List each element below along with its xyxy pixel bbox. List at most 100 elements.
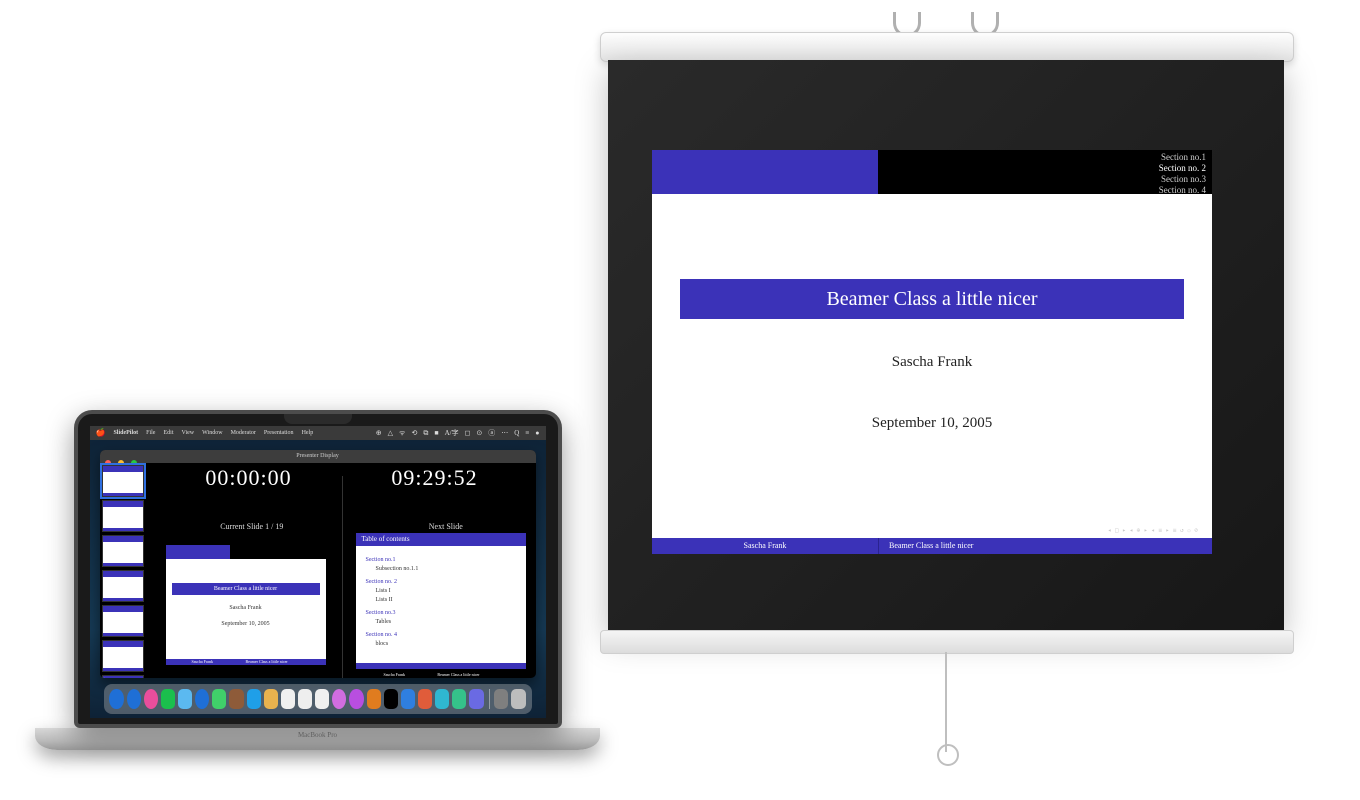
thumbnail[interactable] [102, 640, 144, 672]
toc-section: Section no. 2 [366, 578, 516, 587]
section-link: Section no. 4 [878, 185, 1206, 196]
elapsed-timer: 00:00:00 [205, 467, 291, 489]
dock-app-icon[interactable] [349, 689, 363, 709]
current-slide-preview[interactable]: Beamer Class a little nicer Sascha Frank… [166, 545, 326, 665]
menubar-status-icon[interactable]: A/字 [445, 429, 459, 437]
dock-app-icon[interactable] [281, 689, 295, 709]
thumbnail[interactable] [102, 535, 144, 567]
mini-slide-date: September 10, 2005 [166, 621, 326, 627]
toc-subsection: blocs [376, 640, 516, 649]
dock-app-icon[interactable] [298, 689, 312, 709]
dock-app-icon[interactable] [229, 689, 243, 709]
toc-subsection: Subsection no.1.1 [376, 565, 516, 574]
dock-app-icon[interactable] [435, 689, 449, 709]
dock-app-icon[interactable] [127, 689, 141, 709]
footer-title: Beamer Class a little nicer [878, 538, 1212, 554]
dock-app-icon[interactable] [315, 689, 329, 709]
macbook-base [35, 728, 600, 750]
thumbnail-strip[interactable] [100, 463, 148, 678]
slide-header: Section no.1 Section no. 2 Section no.3 … [652, 150, 1212, 194]
toc-section: Section no.3 [366, 609, 516, 618]
dock-app-icon[interactable] [452, 689, 466, 709]
macbook-display: 🍎 SlidePilot File Edit View Window Moder… [74, 410, 562, 728]
menu-view[interactable]: View [181, 426, 194, 440]
dock-app-icon[interactable] [264, 689, 278, 709]
dock-app-icon[interactable] [109, 689, 123, 709]
menubar-status-icon[interactable]: ■ [434, 429, 438, 437]
dock-app-icon[interactable] [367, 689, 381, 709]
menubar-status-icon[interactable]: ᯤ [399, 429, 405, 437]
macbook-screen: 🍎 SlidePilot File Edit View Window Moder… [90, 426, 546, 718]
macbook-notch [284, 414, 352, 424]
dock-app-icon[interactable] [195, 689, 209, 709]
dock-app-icon[interactable] [384, 689, 398, 709]
menu-edit[interactable]: Edit [163, 426, 173, 440]
dock-app-icon[interactable] [494, 689, 508, 709]
menubar-status-icon[interactable]: ⧉ [423, 429, 428, 437]
dock-app-icon[interactable] [144, 689, 158, 709]
projector-weight-bar [600, 630, 1294, 654]
menubar-status-icon[interactable]: ⊕ [376, 429, 382, 437]
mini-footer-author: Sascha Frank [192, 659, 213, 665]
dock-app-icon[interactable] [511, 689, 525, 709]
thumbnail[interactable] [102, 570, 144, 602]
app-menu[interactable]: SlidePilot [113, 426, 138, 440]
thumbnail[interactable] [102, 500, 144, 532]
dock-app-icon[interactable] [212, 689, 226, 709]
mini-footer-title: Beamer Class a little nicer [437, 672, 479, 677]
divider [342, 476, 343, 678]
slide-author: Sascha Frank [652, 355, 1212, 370]
thumbnail[interactable] [102, 465, 144, 497]
thumbnail[interactable] [102, 675, 144, 678]
dock-app-icon[interactable] [178, 689, 192, 709]
menubar-status-icon[interactable]: ⋯ [501, 429, 508, 437]
presenter-main: 00:00:00 09:29:52 Current Slide 1 / 19 N… [148, 463, 536, 678]
mini-footer-author: Sascha Frank [384, 672, 405, 677]
menu-window[interactable]: Window [202, 426, 222, 440]
toc-section: Section no.1 [366, 556, 516, 565]
menubar-status-icon[interactable]: ≡ [525, 429, 529, 437]
slide-title: Beamer Class a little nicer [680, 279, 1184, 319]
menubar-status-icon[interactable]: ⟲ [411, 429, 417, 437]
mini-slide-title: Beamer Class a little nicer [172, 583, 320, 595]
slide-section-list: Section no.1 Section no. 2 Section no.3 … [878, 150, 1212, 194]
section-link: Section no.3 [878, 174, 1206, 185]
current-slide-label: Current Slide 1 / 19 [220, 523, 283, 531]
slide-header-accent [652, 150, 878, 194]
menubar-status-area: ⊕ △ ᯤ ⟲ ⧉ ■ A/字 ◻ ⊙ ⓐ ⋯ Q ≡ ● [370, 426, 540, 441]
section-link: Section no. 2 [878, 163, 1206, 174]
toc-subsection: Lists II [376, 596, 516, 605]
projector-case [600, 32, 1294, 62]
menu-moderator[interactable]: Moderator [231, 426, 256, 440]
menu-help[interactable]: Help [302, 426, 314, 440]
menu-file[interactable]: File [146, 426, 155, 440]
projected-slide: Section no.1 Section no. 2 Section no.3 … [652, 150, 1212, 554]
slide-footer: Sascha Frank Beamer Class a little nicer [652, 538, 1212, 554]
menubar-status-icon[interactable]: ◻ [465, 429, 471, 437]
footer-author: Sascha Frank [652, 538, 878, 554]
window-titlebar[interactable]: Presenter Display [100, 450, 536, 463]
clock: 09:29:52 [391, 467, 477, 489]
apple-menu-icon[interactable]: 🍎 [96, 426, 106, 440]
menubar-status-icon[interactable]: Q [514, 429, 519, 437]
next-slide-preview[interactable]: Table of contents Section no.1Subsection… [356, 533, 526, 669]
thumbnail[interactable] [102, 605, 144, 637]
presenter-window: Presenter Display 00:00:00 09:29:52 Curr… [100, 450, 536, 678]
dock[interactable] [104, 684, 532, 714]
dock-app-icon[interactable] [418, 689, 432, 709]
section-link: Section no.1 [878, 152, 1206, 163]
menu-presentation[interactable]: Presentation [264, 426, 294, 440]
projector-hanger [903, 22, 989, 32]
mac-menubar: 🍎 SlidePilot File Edit View Window Moder… [90, 426, 546, 440]
dock-app-icon[interactable] [332, 689, 346, 709]
dock-app-icon[interactable] [469, 689, 483, 709]
menubar-status-icon[interactable]: △ [388, 429, 393, 437]
toc: Section no.1Subsection no.1.1 Section no.… [356, 546, 526, 655]
dock-app-icon[interactable] [401, 689, 415, 709]
mini-footer-title: Beamer Class a little nicer [246, 659, 288, 665]
menubar-status-icon[interactable]: ⊙ [476, 429, 482, 437]
dock-app-icon[interactable] [247, 689, 261, 709]
dock-app-icon[interactable] [161, 689, 175, 709]
menubar-status-icon[interactable]: ⓐ [488, 429, 495, 437]
menubar-status-icon[interactable]: ● [535, 429, 539, 437]
